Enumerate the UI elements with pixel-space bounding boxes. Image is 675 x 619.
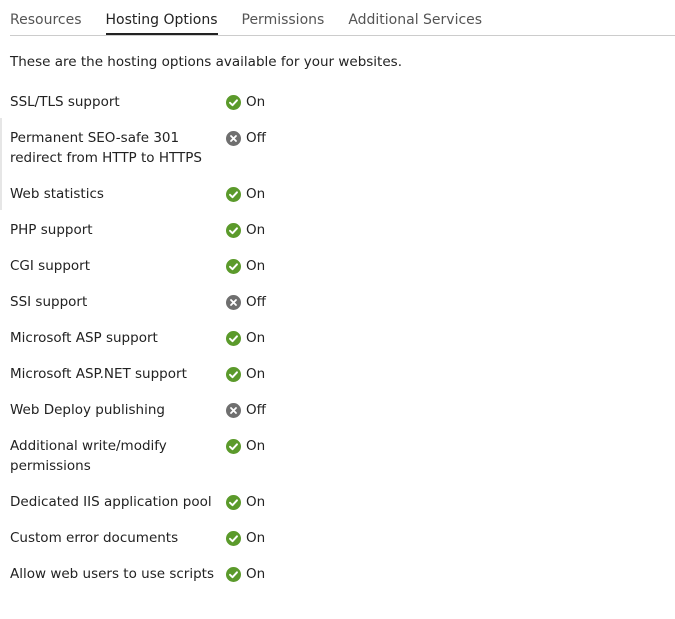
intro-text: These are the hosting options available … [10, 54, 402, 70]
check-circle-icon [226, 566, 241, 582]
status-text: Off [246, 402, 266, 418]
tab-bar: Resources Hosting Options Permissions Ad… [10, 6, 675, 36]
status-text: On [246, 566, 266, 582]
x-circle-icon [226, 402, 241, 418]
tab-additional-services[interactable]: Additional Services [348, 6, 482, 34]
status-text: Off [246, 130, 266, 146]
option-label: Additional write/modify permissions [10, 438, 167, 474]
status-text: On [246, 366, 266, 382]
check-circle-icon [226, 438, 241, 454]
status-text: On [246, 530, 266, 546]
option-row: Dedicated IIS application pool On [10, 492, 610, 512]
option-status: On [226, 364, 265, 384]
check-circle-icon [226, 258, 241, 274]
option-label: Microsoft ASP.NET support [10, 366, 187, 382]
option-status: On [226, 184, 265, 204]
option-row: Microsoft ASP support On [10, 328, 610, 348]
option-label: Web statistics [10, 186, 104, 202]
option-label: Dedicated IIS application pool [10, 494, 212, 510]
option-label: CGI support [10, 258, 90, 274]
option-label: Web Deploy publishing [10, 402, 165, 418]
check-circle-icon [226, 494, 241, 510]
option-row: Allow web users to use scripts On [10, 564, 610, 584]
check-circle-icon [226, 530, 241, 546]
option-status: On [226, 92, 265, 112]
tab-resources[interactable]: Resources [10, 6, 82, 34]
option-status: On [226, 528, 265, 548]
status-text: On [246, 494, 266, 510]
option-label: Allow web users to use scripts [10, 566, 214, 582]
option-label: SSI support [10, 294, 88, 310]
option-status: On [226, 256, 265, 276]
status-text: On [246, 222, 266, 238]
tab-hosting-options[interactable]: Hosting Options [105, 6, 218, 35]
option-status: On [226, 220, 265, 240]
option-label: Microsoft ASP support [10, 330, 158, 346]
check-circle-icon [226, 94, 241, 110]
option-label: SSL/TLS support [10, 94, 120, 110]
option-label: PHP support [10, 222, 93, 238]
check-circle-icon [226, 222, 241, 238]
option-row: Web Deploy publishing Off [10, 400, 610, 420]
option-row: Web statistics On [10, 184, 610, 204]
option-row: Custom error documents On [10, 528, 610, 548]
check-circle-icon [226, 366, 241, 382]
option-row: Microsoft ASP.NET support On [10, 364, 610, 384]
tab-permissions[interactable]: Permissions [242, 6, 325, 34]
status-text: On [246, 258, 266, 274]
x-circle-icon [226, 294, 241, 310]
status-text: On [246, 94, 266, 110]
status-text: On [246, 438, 266, 454]
x-circle-icon [226, 130, 241, 146]
option-status: On [226, 328, 265, 348]
option-status: On [226, 564, 265, 584]
option-status: On [226, 492, 265, 512]
option-row: SSI support Off [10, 292, 610, 312]
option-label: Permanent SEO-safe 301 redirect from HTT… [10, 130, 202, 166]
hosting-options-page: Resources Hosting Options Permissions Ad… [0, 0, 675, 619]
check-circle-icon [226, 186, 241, 202]
option-row: PHP support On [10, 220, 610, 240]
option-status: Off [226, 400, 266, 420]
status-text: On [246, 186, 266, 202]
option-row: Additional write/modify permissions On [10, 436, 610, 476]
left-edge-divider [0, 118, 2, 210]
hosting-options-list: SSL/TLS support On Permanent SEO-safe 301 … [10, 92, 610, 600]
option-status: Off [226, 128, 266, 148]
option-status: Off [226, 292, 266, 312]
check-circle-icon [226, 330, 241, 346]
status-text: On [246, 330, 266, 346]
option-label: Custom error documents [10, 530, 179, 546]
status-text: Off [246, 294, 266, 310]
option-status: On [226, 436, 265, 456]
option-row: CGI support On [10, 256, 610, 276]
option-row: Permanent SEO-safe 301 redirect from HTT… [10, 128, 610, 168]
option-row: SSL/TLS support On [10, 92, 610, 112]
